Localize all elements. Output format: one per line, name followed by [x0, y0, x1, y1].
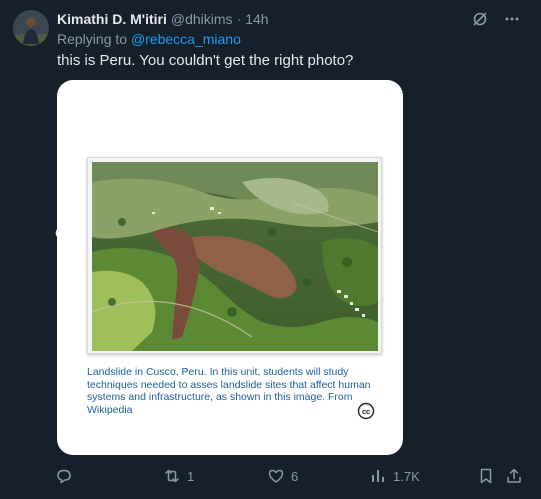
display-name[interactable]: Kimathi D. M'itiri: [57, 11, 167, 27]
reply-icon: [57, 469, 71, 484]
tweet-actions-bar: 1 6 1.7K: [55, 466, 525, 486]
tweet-top-actions: [471, 10, 521, 28]
share-button[interactable]: [505, 466, 523, 486]
svg-text:cc: cc: [362, 407, 370, 416]
handle[interactable]: @dhikims: [171, 11, 233, 27]
timestamp[interactable]: 14h: [245, 11, 268, 27]
landslide-photo-graphic: [92, 162, 378, 351]
bookmark-icon: [480, 468, 492, 484]
retweet-button[interactable]: 1: [163, 466, 194, 486]
tweet-media-image[interactable]: Landslide in Cusco, Peru. In this unit, …: [57, 80, 403, 455]
separator-dot: ·: [236, 11, 242, 27]
like-button[interactable]: 6: [267, 466, 298, 486]
views-button[interactable]: 1.7K: [369, 466, 420, 486]
replying-to-link[interactable]: @rebecca_miano: [131, 31, 241, 47]
heart-icon: [268, 469, 284, 483]
avatar[interactable]: [13, 10, 49, 46]
landslide-photo: [87, 157, 382, 354]
creative-commons-icon: cc: [357, 402, 375, 420]
share-icon: [507, 468, 521, 483]
views-count: 1.7K: [393, 468, 420, 484]
grok-icon[interactable]: [471, 10, 489, 28]
like-count: 6: [291, 468, 299, 484]
retweet-icon: [165, 469, 179, 483]
tweet-text: this is Peru. You couldn't get the right…: [57, 52, 354, 69]
tweet-header: Kimathi D. M'itiri @dhikims · 14h: [57, 10, 269, 28]
reply-button[interactable]: [55, 466, 79, 486]
more-options-icon[interactable]: [503, 10, 521, 28]
retweet-count: 1: [187, 468, 195, 484]
bookmark-button[interactable]: [477, 466, 495, 486]
tweet: Kimathi D. M'itiri @dhikims · 14h Replyi…: [0, 0, 541, 499]
analytics-icon: [372, 470, 384, 482]
image-caption: Landslide in Cusco, Peru. In this unit, …: [87, 366, 371, 416]
replying-to: Replying to @rebecca_miano: [57, 31, 241, 47]
avatar-image: [13, 10, 49, 46]
replying-prefix: Replying to: [57, 31, 128, 47]
